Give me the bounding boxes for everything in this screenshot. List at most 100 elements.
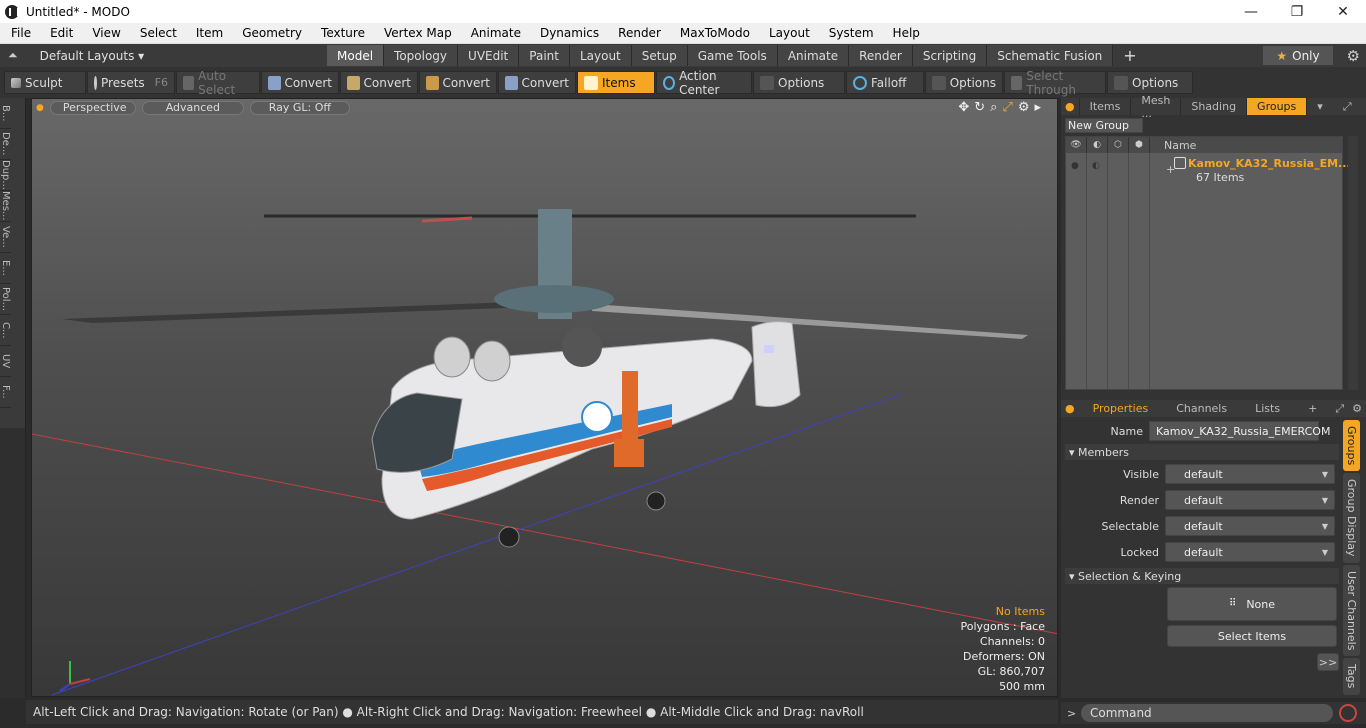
menu-vertex-map[interactable]: Vertex Map — [373, 26, 460, 40]
presets-button[interactable]: Presets F6 — [87, 71, 175, 94]
more-button[interactable]: >> — [1317, 653, 1339, 671]
selection-keying-section-header[interactable]: ▾ Selection & Keying — [1065, 568, 1339, 584]
select-through-button[interactable]: Select Through — [1004, 69, 1106, 97]
panel-menu-dot-icon[interactable]: ● — [1061, 98, 1080, 115]
panel-settings-icon[interactable]: ⚙ — [1362, 98, 1366, 115]
tab-layout[interactable]: Layout — [569, 45, 632, 66]
shading-mode-button[interactable]: Advanced — [141, 100, 244, 115]
tab-paint[interactable]: Paint — [519, 45, 570, 66]
menu-dynamics[interactable]: Dynamics — [529, 26, 607, 40]
auto-select-button[interactable]: Auto Select — [176, 69, 260, 97]
close-button[interactable]: ✕ — [1320, 0, 1366, 23]
select-items-button[interactable]: Select Items — [1167, 625, 1337, 647]
tab-scripting[interactable]: Scripting — [912, 45, 988, 66]
menu-file[interactable]: File — [0, 26, 39, 40]
tab-mesh[interactable]: Mesh ... — [1131, 94, 1182, 120]
select-column-icon[interactable]: ⬢ — [1129, 137, 1150, 153]
left-tab-duplicate[interactable]: Dup... — [0, 160, 11, 191]
menu-view[interactable]: View — [81, 26, 128, 40]
falloff-button[interactable]: Falloff — [846, 71, 924, 94]
left-tab-polygon[interactable]: Pol... — [0, 284, 11, 315]
raygl-button[interactable]: Ray GL: Off — [249, 100, 350, 115]
tab-shading[interactable]: Shading — [1181, 98, 1248, 115]
record-macro-icon[interactable] — [1339, 704, 1357, 722]
left-tab-fusion[interactable]: F... — [0, 377, 11, 408]
menu-texture[interactable]: Texture — [310, 26, 373, 40]
view-type-button[interactable]: Perspective — [49, 100, 136, 115]
panel-tab-dropdown-icon[interactable]: ▾ — [1307, 98, 1333, 115]
options-button-1[interactable]: Options — [753, 71, 845, 94]
tab-animate[interactable]: Animate — [777, 45, 850, 66]
tab-groups[interactable]: Groups — [1247, 98, 1308, 115]
side-tab-group-display[interactable]: Group Display — [1343, 473, 1360, 563]
tab-game-tools[interactable]: Game Tools — [687, 45, 778, 66]
sculpt-button[interactable]: Sculpt — [4, 71, 86, 94]
menu-geometry[interactable]: Geometry — [231, 26, 310, 40]
tab-topology[interactable]: Topology — [384, 45, 459, 66]
visible-select[interactable]: default — [1165, 464, 1335, 484]
props-expand-icon[interactable]: ⤢ — [1331, 400, 1348, 417]
convert-materials-button[interactable]: Convert — [498, 71, 576, 94]
visibility-column-icon[interactable]: 👁 — [1066, 137, 1087, 153]
menu-render[interactable]: Render — [607, 26, 669, 40]
rotate-icon[interactable]: ↻ — [974, 100, 985, 115]
tab-setup[interactable]: Setup — [631, 45, 688, 66]
options-button-2[interactable]: Options — [925, 71, 1003, 94]
left-tab-basic[interactable]: B... — [0, 98, 11, 129]
tab-channels[interactable]: Channels — [1162, 400, 1241, 417]
panel-expand-icon[interactable]: ⤢ — [1333, 98, 1362, 115]
row-render-icon[interactable]: ◐ — [1092, 161, 1100, 171]
layouts-dropdown[interactable]: Default Layouts ▾ — [40, 49, 145, 63]
convert-polygons-button[interactable]: Convert — [419, 71, 497, 94]
groups-scrollbar[interactable] — [1348, 136, 1358, 390]
options-button-3[interactable]: Options — [1107, 71, 1193, 94]
convert-vertices-button[interactable]: Convert — [261, 71, 339, 94]
menu-layout[interactable]: Layout — [758, 26, 818, 40]
group-row[interactable]: ● ◐ + Kamov_KA32_Russia_EM... 67 Items — [1066, 155, 1351, 185]
gear-icon[interactable]: ⚙ — [1347, 47, 1360, 65]
tab-render[interactable]: Render — [849, 45, 913, 66]
menu-system[interactable]: System — [818, 26, 882, 40]
tab-lists[interactable]: Lists — [1241, 400, 1294, 417]
viewport-settings-icon[interactable]: ⚙ — [1018, 100, 1030, 115]
left-tab-deform[interactable]: De... — [0, 129, 11, 160]
menu-item[interactable]: Item — [185, 26, 231, 40]
props-menu-dot-icon[interactable]: ● — [1061, 400, 1079, 417]
action-center-button[interactable]: Action Center — [656, 69, 752, 97]
menu-animate[interactable]: Animate — [460, 26, 529, 40]
side-tab-user-channels[interactable]: User Channels — [1343, 564, 1360, 657]
left-tab-vertex[interactable]: Ve... — [0, 222, 11, 253]
render-column-icon[interactable]: ◐ — [1087, 137, 1108, 153]
side-tab-tags[interactable]: Tags — [1343, 658, 1360, 695]
lock-column-icon[interactable]: ⬡ — [1108, 137, 1129, 153]
menu-help[interactable]: Help — [882, 26, 928, 40]
viewport-menu-dot-icon[interactable]: ● — [36, 103, 44, 113]
tab-uvedit[interactable]: UVEdit — [458, 45, 520, 66]
left-tab-curve[interactable]: C... — [0, 315, 11, 346]
add-tab-button[interactable]: + — [1113, 45, 1146, 66]
none-button[interactable]: ⠿ None — [1167, 587, 1337, 621]
side-tab-groups[interactable]: Groups — [1343, 420, 1360, 472]
command-input[interactable]: Command — [1081, 704, 1333, 722]
locked-select[interactable]: default — [1165, 542, 1335, 562]
menu-edit[interactable]: Edit — [39, 26, 81, 40]
left-tab-uv[interactable]: UV — [0, 346, 11, 377]
selectable-select[interactable]: default — [1165, 516, 1335, 536]
maximize-button[interactable]: ❐ — [1274, 0, 1320, 23]
left-tab-edge[interactable]: E... — [0, 253, 11, 284]
add-panel-tab-button[interactable]: + — [1294, 400, 1331, 417]
tab-model[interactable]: Model — [327, 45, 385, 66]
3d-viewport[interactable]: ● Perspective Advanced Ray GL: Off ✥ ↻ ⌕… — [31, 98, 1058, 697]
menu-maxtomodo[interactable]: MaxToModo — [669, 26, 758, 40]
tab-schematic-fusion[interactable]: Schematic Fusion — [987, 45, 1114, 66]
convert-edges-button[interactable]: Convert — [340, 71, 418, 94]
new-group-button[interactable]: New Group — [1065, 118, 1143, 133]
pan-icon[interactable]: ✥ — [958, 100, 969, 115]
members-section-header[interactable]: ▾ Members — [1065, 444, 1339, 460]
viewport-more-icon[interactable]: ▸ — [1034, 100, 1041, 115]
collapse-icon[interactable]: ⏶ — [8, 48, 18, 63]
props-settings-icon[interactable]: ⚙ — [1348, 400, 1366, 417]
row-visibility-icon[interactable]: ● — [1071, 161, 1079, 171]
items-mode-button[interactable]: Items — [577, 71, 655, 94]
zoom-icon[interactable]: ⌕ — [990, 100, 997, 115]
